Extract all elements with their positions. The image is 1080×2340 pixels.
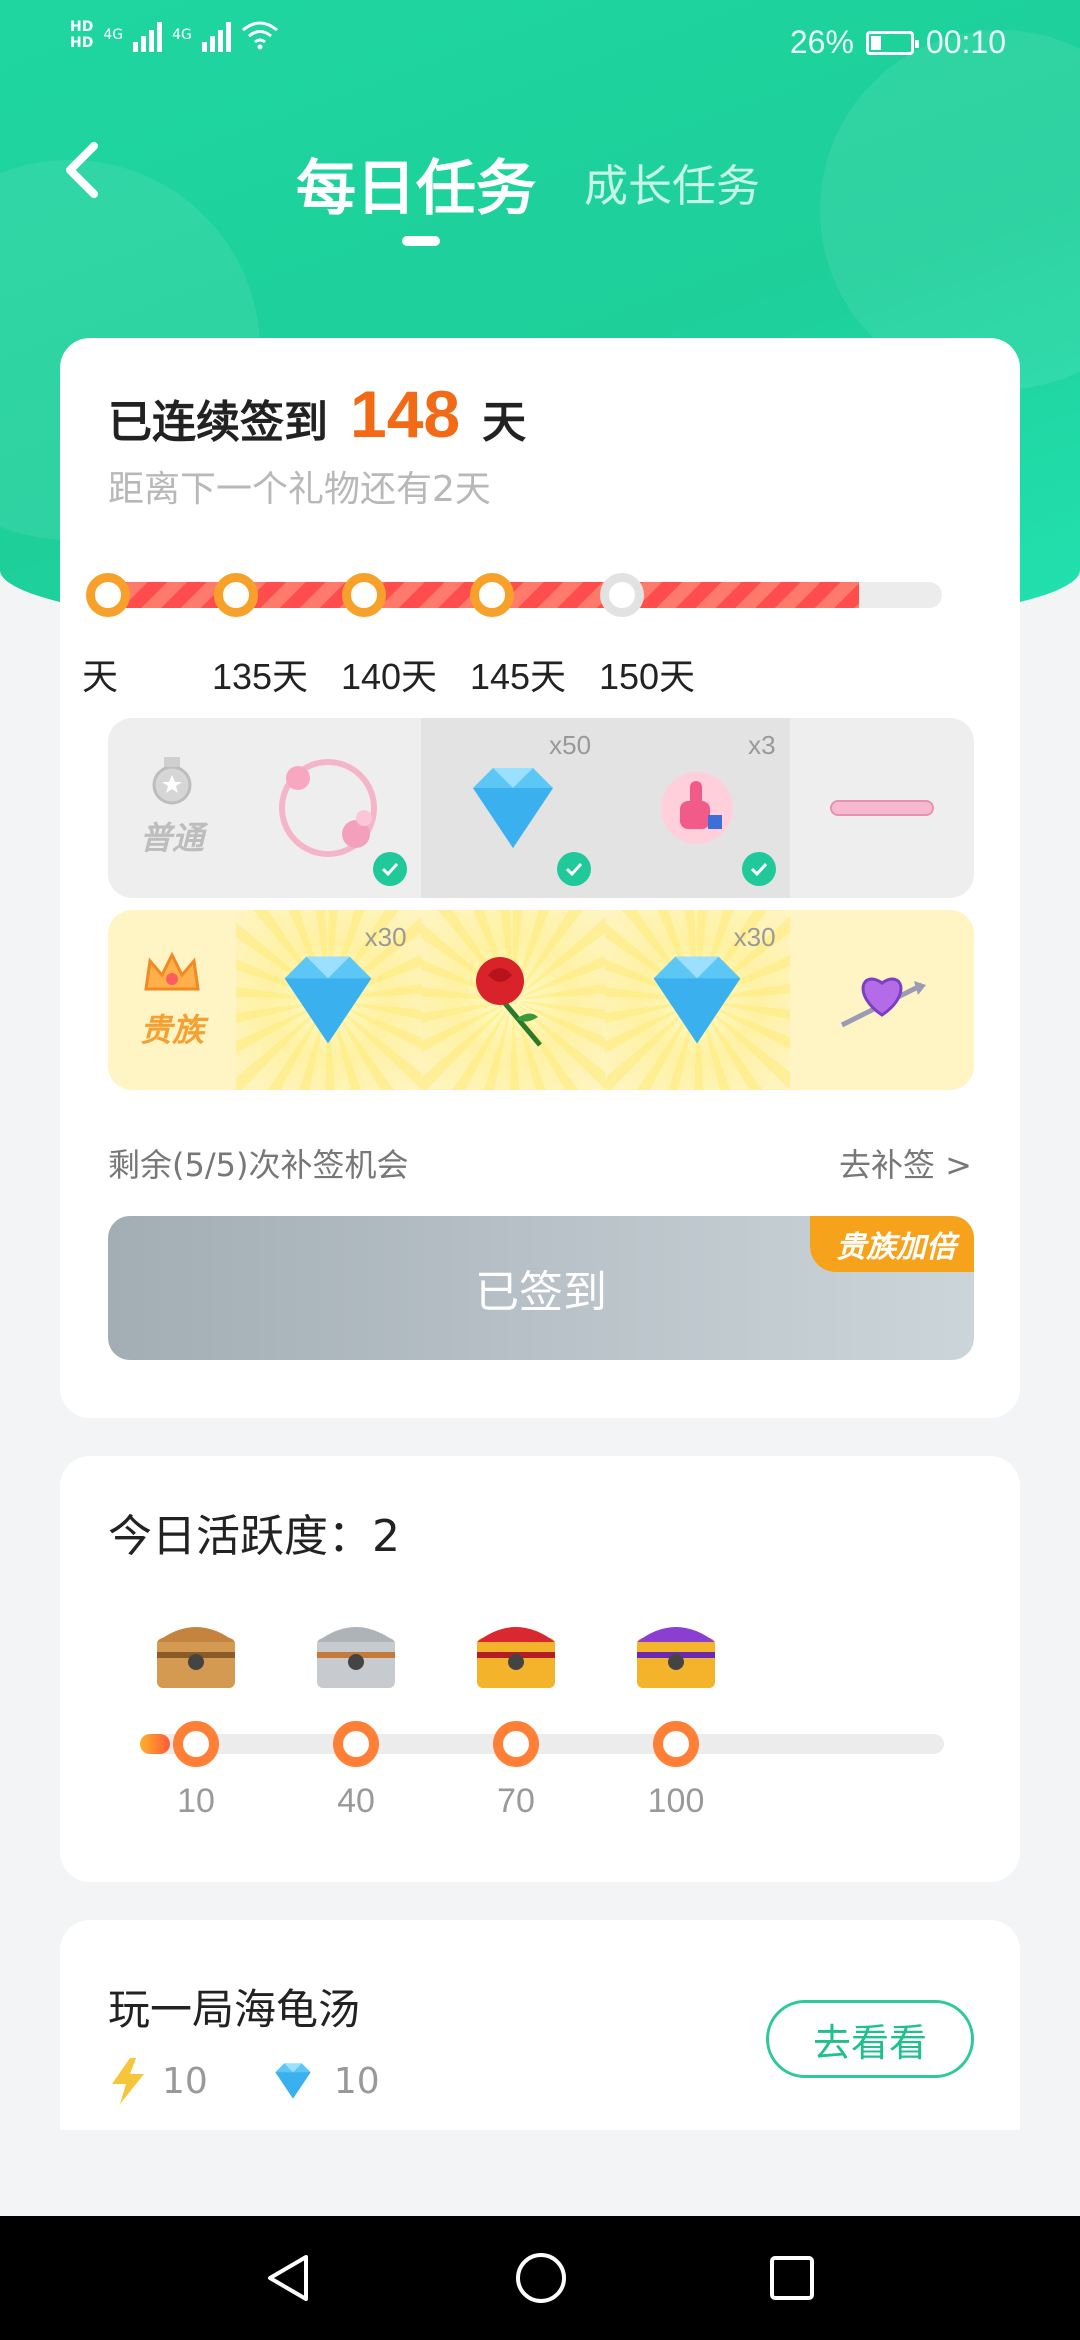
go-see-button[interactable]: 去看看	[766, 2000, 974, 2078]
tab-daily-tasks[interactable]: 每日任务	[296, 140, 536, 227]
tab-indicator	[402, 236, 440, 246]
activity-node	[493, 1721, 539, 1767]
diamond-icon	[472, 768, 553, 848]
reward-count: x30	[733, 922, 776, 952]
signed-in-label: 已签到	[475, 1267, 607, 1318]
task-card: 玩一局海龟汤 10 10 去看看	[60, 1920, 1020, 2130]
reward-item	[790, 910, 974, 1090]
wifi-icon	[241, 21, 278, 50]
activity-milestone-label: 100	[647, 1782, 705, 1820]
status-bar: HD HD 4G 4G 26% 00:10	[0, 0, 1080, 90]
streak-unit: 天	[482, 397, 527, 448]
activity-progress-track	[140, 1721, 944, 1767]
makeup-chances-text: 剩余(5/5)次补签机会	[108, 1146, 409, 1184]
reward-count: x3	[748, 730, 776, 760]
noble-double-tag: 贵族加倍	[810, 1216, 974, 1272]
normal-badge-label: 普通	[140, 819, 205, 857]
activity-node	[653, 1721, 699, 1767]
progress-node	[342, 573, 386, 617]
next-gift-text: 距离下一个礼物还有2天	[108, 469, 491, 510]
network-type-1: 4G	[103, 27, 124, 43]
thumbs-up-icon	[661, 772, 734, 844]
red-chest-icon[interactable]	[473, 1616, 559, 1692]
diamond-icon	[275, 2063, 311, 2099]
day-label: 140天	[340, 656, 438, 697]
claimed-check-icon	[741, 852, 776, 886]
progress-node	[600, 573, 644, 617]
progress-node	[214, 573, 258, 617]
progress-node	[86, 573, 130, 617]
back-icon[interactable]	[58, 140, 108, 200]
day-label: 150天	[598, 656, 696, 697]
noble-badge: 贵族	[108, 910, 236, 1090]
battery-text: 26%	[789, 24, 854, 60]
streak-label: 已连续签到	[108, 397, 328, 448]
normal-badge: 普通	[108, 718, 236, 898]
task-title: 玩一局海龟汤	[108, 1985, 361, 2034]
signed-in-button[interactable]: 已签到 贵族加倍	[108, 1216, 974, 1360]
diamond-icon	[284, 956, 372, 1044]
activity-milestone-label: 70	[497, 1782, 535, 1820]
lightning-icon	[112, 2058, 144, 2104]
activity-card: 今日活跃度：2 10 40 70 100	[60, 1456, 1020, 1882]
clock: 00:10	[925, 24, 1006, 60]
task-diamond-reward: 10	[333, 2060, 380, 2102]
purple-chest-icon[interactable]	[633, 1616, 719, 1692]
battery-icon	[865, 30, 919, 55]
noble-badge-label: 贵族	[140, 1011, 205, 1049]
go-see-label: 去看看	[812, 2020, 927, 2065]
wood-chest-icon[interactable]	[153, 1616, 239, 1692]
pink-bar-icon	[829, 800, 934, 816]
reward-count: x30	[364, 922, 407, 952]
day-label: 145天	[469, 656, 567, 697]
tab-growth-tasks[interactable]: 成长任务	[584, 150, 760, 214]
streak-days: 148	[350, 377, 461, 451]
claimed-check-icon	[557, 852, 592, 886]
silver-chest-icon[interactable]	[313, 1616, 399, 1692]
diamond-icon	[653, 956, 741, 1044]
activity-progress-fill	[140, 1734, 170, 1754]
avatar-frame-icon	[279, 759, 378, 857]
signin-card: 已连续签到 148 天 距离下一个礼物还有2天 0天 135天 140天 145…	[60, 338, 1020, 1418]
reward-item	[420, 910, 606, 1090]
medal-icon	[152, 757, 192, 805]
task-energy-reward: 10	[162, 2060, 208, 2102]
noble-double-label: 贵族加倍	[836, 1230, 956, 1265]
activity-title: 今日活跃度：2	[108, 1511, 400, 1562]
signal-icon	[133, 18, 163, 52]
reward-item: x30	[236, 910, 422, 1090]
system-nav-bar	[0, 2216, 1080, 2340]
makeup-signin-link[interactable]: 去补签 >	[839, 1140, 972, 1186]
streak-line: 已连续签到 148 天	[108, 376, 526, 452]
reward-item: x3	[605, 718, 790, 898]
normal-reward-row: 普通 x50 x3	[108, 718, 974, 898]
crown-icon	[144, 951, 200, 991]
claimed-check-icon	[372, 852, 407, 886]
hd-icon: HD HD	[70, 19, 94, 51]
activity-milestone-label: 10	[177, 1782, 215, 1820]
network-type-2: 4G	[172, 27, 192, 43]
activity-milestone-label: 40	[337, 1782, 375, 1820]
noble-reward-row: 贵族 x30 x30	[108, 910, 974, 1090]
reward-item	[790, 718, 974, 898]
progress-node	[470, 573, 514, 617]
day-label: 0天	[61, 656, 119, 697]
signal-icon-2	[201, 18, 231, 52]
day-label: 135天	[211, 656, 309, 697]
reward-count: x50	[549, 730, 592, 760]
nav-home-icon[interactable]	[514, 2251, 568, 2305]
nav-recents-icon[interactable]	[768, 2254, 816, 2302]
reward-item: x30	[605, 910, 791, 1090]
signin-progress-track	[86, 573, 942, 617]
heart-arrow-icon	[840, 977, 926, 1028]
task-rewards: 10 10	[108, 2056, 380, 2106]
activity-node	[333, 1721, 379, 1767]
activity-node	[173, 1721, 219, 1767]
reward-item: x50	[420, 718, 606, 898]
nav-back-icon[interactable]	[264, 2251, 314, 2305]
reward-item	[236, 718, 420, 898]
rose-icon	[475, 957, 542, 1047]
